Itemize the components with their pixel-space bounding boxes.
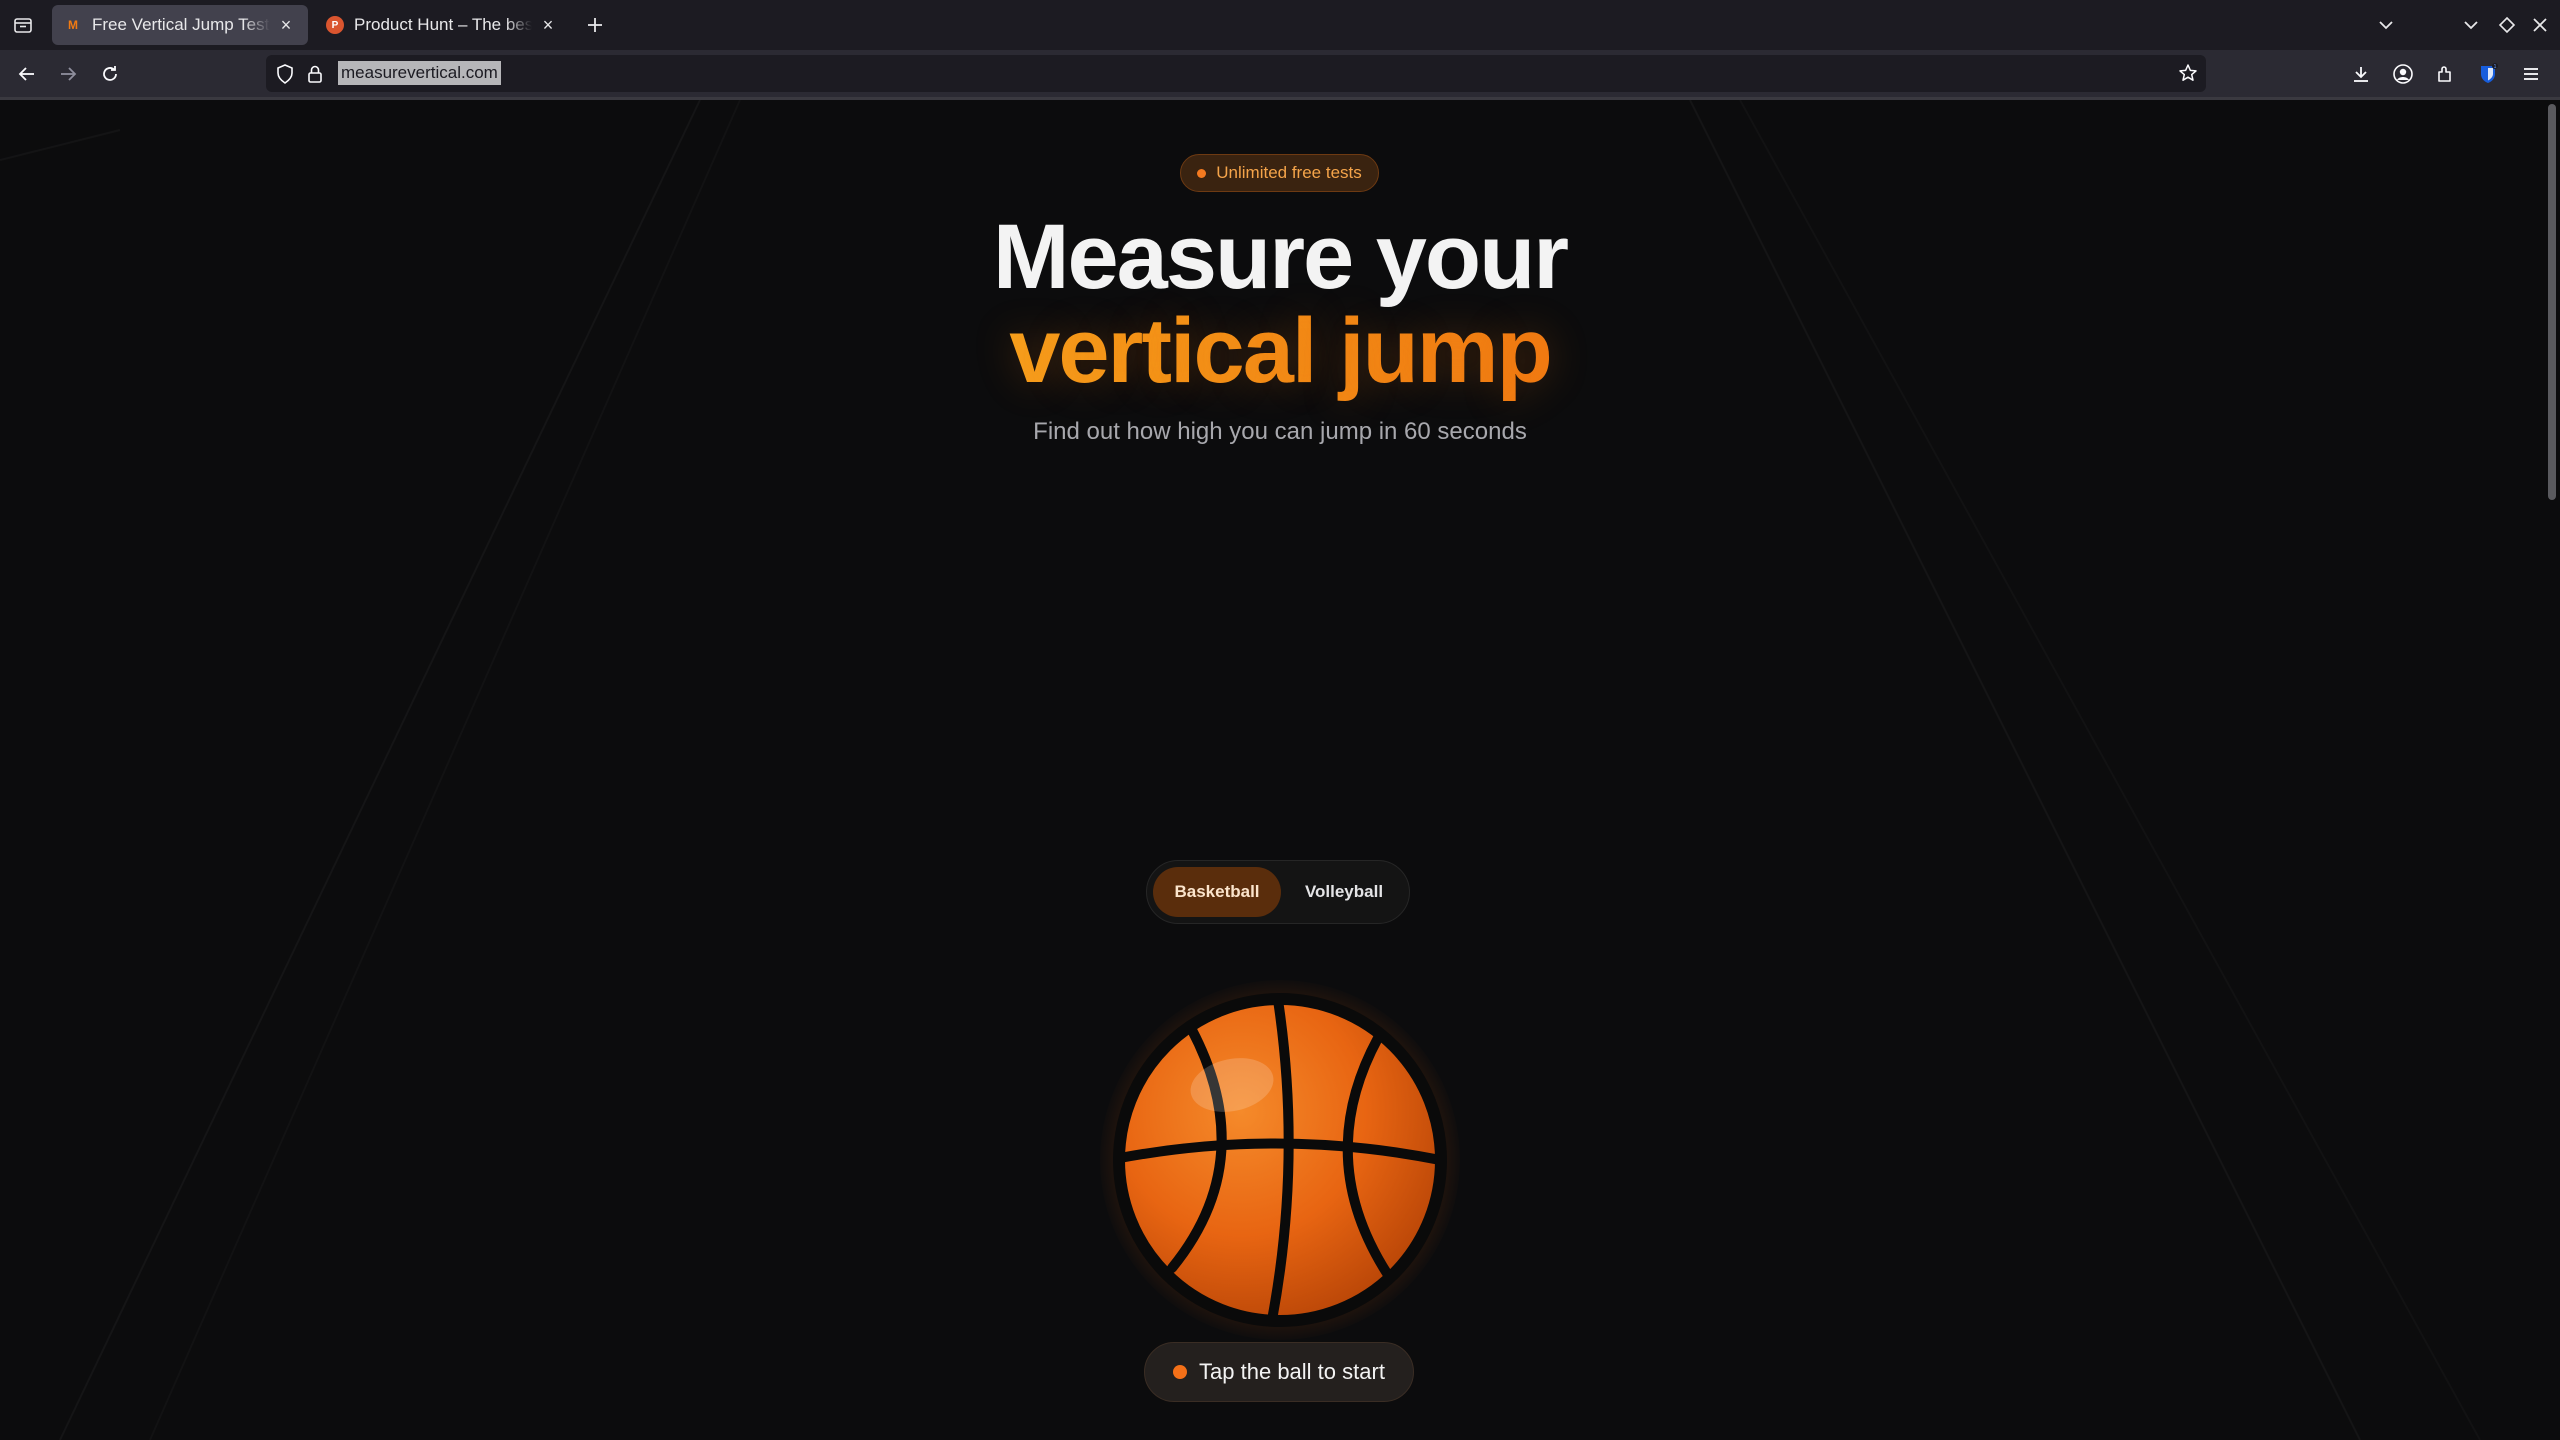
sport-toggle: Basketball Volleyball	[1146, 860, 1410, 924]
basketball-button[interactable]	[1080, 960, 1480, 1360]
scrollbar[interactable]	[2548, 104, 2556, 500]
measurevertical-favicon: M	[68, 18, 78, 32]
svg-text:1: 1	[2494, 64, 2497, 70]
tab-title: Free Vertical Jump Test | M	[92, 15, 270, 34]
close-icon[interactable]: ×	[276, 15, 296, 35]
bitwarden-icon[interactable]: 1	[2474, 60, 2502, 88]
chevron-down-icon[interactable]	[2373, 12, 2399, 38]
lock-icon[interactable]	[306, 64, 324, 89]
minimize-icon[interactable]	[2458, 12, 2484, 38]
basketball-option[interactable]: Basketball	[1153, 867, 1281, 917]
window-close-icon[interactable]	[2527, 12, 2553, 38]
basketball-icon[interactable]	[1080, 960, 1480, 1360]
page-subtitle: Find out how high you can jump in 60 sec…	[1033, 418, 1527, 445]
back-icon[interactable]	[13, 60, 41, 88]
navigation-toolbar: measurevertical.com 1	[0, 50, 2560, 97]
maximize-icon[interactable]	[2494, 12, 2520, 38]
volleyball-option[interactable]: Volleyball	[1285, 867, 1403, 917]
headline-highlight: vertical jump	[1009, 300, 1553, 402]
badge-dot	[1197, 168, 1207, 178]
free-tests-badge: Unlimited free tests	[1180, 154, 1379, 192]
badge-label: Unlimited free tests	[1216, 163, 1362, 182]
tab-measurevertical[interactable]: M Free Vertical Jump Test | M ×	[52, 5, 308, 45]
extensions-icon[interactable]	[2431, 60, 2459, 88]
forward-icon[interactable]	[54, 60, 82, 88]
account-icon[interactable]	[2389, 60, 2417, 88]
tab-producthunt[interactable]: P Product Hunt – The best ne ×	[314, 5, 570, 45]
tab-overview-icon[interactable]	[10, 12, 36, 38]
menu-icon[interactable]	[2517, 60, 2545, 88]
tab-strip: M Free Vertical Jump Test | M × P Produc…	[0, 0, 2560, 50]
reload-icon[interactable]	[96, 60, 124, 88]
download-icon[interactable]	[2347, 60, 2375, 88]
start-prompt[interactable]: Tap the ball to start	[1144, 1342, 1414, 1402]
status-dot	[1173, 1365, 1188, 1379]
close-icon[interactable]: ×	[538, 15, 558, 35]
tab-title: Product Hunt – The best ne	[354, 15, 532, 34]
producthunt-favicon: P	[326, 16, 344, 34]
star-icon[interactable]	[2178, 63, 2198, 88]
plus-icon[interactable]	[582, 12, 608, 38]
headline-line-2: vertical jump	[0, 296, 2560, 406]
address-bar[interactable]: measurevertical.com	[266, 55, 2206, 92]
url-text[interactable]: measurevertical.com	[338, 61, 501, 85]
start-prompt-label: Tap the ball to start	[1199, 1359, 1385, 1384]
page-content: Unlimited free tests Measure your vertic…	[0, 100, 2560, 1440]
shield-icon[interactable]	[276, 64, 294, 89]
